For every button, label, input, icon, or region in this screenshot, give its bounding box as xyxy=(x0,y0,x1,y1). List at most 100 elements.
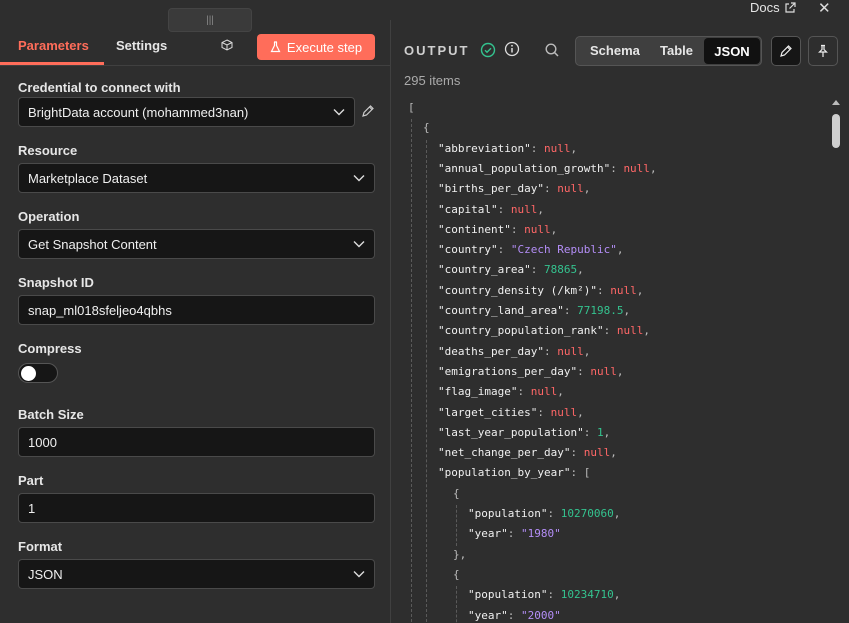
operation-label: Operation xyxy=(18,209,80,224)
tab-settings[interactable]: Settings xyxy=(116,38,167,53)
operation-select[interactable]: Get Snapshot Content xyxy=(18,229,375,259)
json-punctuation: : xyxy=(543,344,558,358)
json-key: "abbreviation" xyxy=(438,141,531,155)
json-punctuation: , xyxy=(623,304,631,317)
search-icon[interactable] xyxy=(544,42,560,58)
pin-data-button[interactable] xyxy=(808,36,838,66)
json-value: null xyxy=(590,364,617,378)
json-value: 10270060 xyxy=(560,507,614,520)
json-key: "year" xyxy=(468,608,508,622)
batch-size-label: Batch Size xyxy=(18,407,84,422)
json-key: "capital" xyxy=(438,202,498,216)
snapshot-id-input[interactable]: snap_ml018sfeljeo4qbhs xyxy=(18,295,375,325)
json-line: { xyxy=(423,119,430,137)
json-key: "flag_image" xyxy=(438,385,518,399)
json-punctuation: : xyxy=(510,222,525,236)
json-line: "deaths_per_day": null, xyxy=(438,343,590,361)
batch-size-value: 1000 xyxy=(28,434,57,450)
credential-select[interactable]: BrightData account (mohammed3nan) xyxy=(18,97,355,127)
json-punctuation: { xyxy=(453,486,460,500)
json-scrollbar[interactable] xyxy=(829,96,843,623)
json-punctuation: , xyxy=(577,263,584,277)
json-punctuation: : xyxy=(537,405,551,419)
docs-link[interactable]: Docs xyxy=(750,0,796,15)
json-line: { xyxy=(453,566,460,584)
json-key: "births_per_day" xyxy=(438,182,544,196)
json-line: [ xyxy=(408,99,415,117)
json-punctuation: , xyxy=(643,324,650,338)
json-line: "year": "1980" xyxy=(468,525,561,543)
json-value: "Czech Republic" xyxy=(510,243,617,257)
json-line: "emigrations_per_day": null, xyxy=(438,363,623,381)
json-line: "last_year_population": 1, xyxy=(438,424,610,442)
json-punctuation: , xyxy=(583,344,591,358)
json-punctuation: : xyxy=(497,243,511,257)
resource-select[interactable]: Marketplace Dataset xyxy=(18,163,375,193)
json-punctuation: : xyxy=(507,608,521,622)
json-punctuation: { xyxy=(453,567,460,581)
json-value: 78865 xyxy=(543,263,578,277)
json-line: "annual_population_growth": null, xyxy=(438,160,657,178)
toggle-knob xyxy=(21,366,36,381)
batch-size-input[interactable]: 1000 xyxy=(18,427,375,457)
json-line: "flag_image": null, xyxy=(438,383,564,401)
json-value: null xyxy=(610,283,637,297)
part-label: Part xyxy=(18,473,44,488)
format-select[interactable]: JSON xyxy=(18,559,375,589)
json-punctuation: , xyxy=(577,405,584,419)
json-punctuation: : xyxy=(497,202,511,216)
json-key: "country_density (/km²)" xyxy=(438,283,597,297)
json-punctuation: , xyxy=(636,283,644,297)
json-key: "net_change_per_day" xyxy=(438,446,571,460)
external-link-icon xyxy=(785,1,796,13)
tab-parameters[interactable]: Parameters xyxy=(18,38,89,53)
json-key: "annual_population_growth" xyxy=(438,161,611,175)
parameters-panel: Parameters Settings Execute step Credent… xyxy=(0,20,391,623)
execute-step-button[interactable]: Execute step xyxy=(257,34,375,60)
panel-drag-handle[interactable]: ||| xyxy=(168,8,252,32)
snapshot-id-value: snap_ml018sfeljeo4qbhs xyxy=(28,302,172,318)
json-key: "country" xyxy=(438,243,498,257)
part-input[interactable]: 1 xyxy=(18,493,375,523)
scroll-thumb[interactable] xyxy=(832,114,840,148)
json-viewer[interactable]: [ { "abbreviation": null, "annual_populatio… xyxy=(392,96,832,623)
json-line: }, xyxy=(453,546,466,564)
json-key: "larget_cities" xyxy=(438,405,538,419)
display-mode-toggle: Schema Table JSON xyxy=(575,36,762,66)
json-value: null xyxy=(510,202,538,216)
json-punctuation: , xyxy=(603,425,611,439)
json-key: "population_by_year" xyxy=(438,466,571,480)
json-line: "country_land_area": 77198.5, xyxy=(438,302,630,320)
json-punctuation: , xyxy=(583,182,591,196)
json-key: "country_population_rank" xyxy=(438,324,604,338)
indent-guide xyxy=(456,505,457,546)
pencil-icon[interactable] xyxy=(361,104,375,118)
view-json-button[interactable]: JSON xyxy=(704,38,760,64)
execute-step-label: Execute step xyxy=(286,39,363,55)
indent-guide xyxy=(426,139,427,623)
json-punctuation: : xyxy=(547,588,561,602)
json-punctuation: [ xyxy=(408,101,415,114)
json-line: "year": "2000" xyxy=(468,607,561,623)
info-icon[interactable] xyxy=(504,41,520,57)
json-punctuation: : xyxy=(563,304,578,317)
operation-value: Get Snapshot Content xyxy=(28,236,157,252)
json-punctuation: , xyxy=(616,243,624,257)
json-key: "country_land_area" xyxy=(438,304,564,317)
edit-output-button[interactable] xyxy=(771,36,801,66)
json-value: 1 xyxy=(596,425,604,439)
json-value: null xyxy=(557,182,584,196)
json-punctuation: : xyxy=(530,263,544,277)
close-icon[interactable]: ✕ xyxy=(818,0,831,17)
json-key: "year" xyxy=(468,527,508,541)
credential-value: BrightData account (mohammed3nan) xyxy=(28,104,249,120)
view-schema-button[interactable]: Schema xyxy=(590,43,640,58)
compress-toggle[interactable] xyxy=(18,363,58,383)
json-punctuation: : xyxy=(517,385,531,399)
indent-guide xyxy=(456,586,457,623)
cube-icon[interactable] xyxy=(221,39,233,51)
json-value: null xyxy=(550,405,578,419)
output-title: OUTPUT xyxy=(404,43,470,58)
scroll-up-arrow[interactable] xyxy=(832,100,840,105)
view-table-button[interactable]: Table xyxy=(660,43,693,58)
